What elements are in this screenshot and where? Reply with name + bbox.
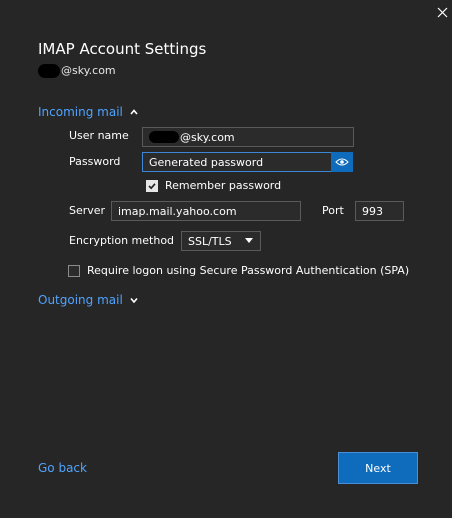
remember-password-checkbox[interactable]: Remember password [146, 179, 281, 192]
redacted-name [38, 64, 60, 78]
server-label: Server [69, 204, 106, 217]
port-value: 993 [362, 204, 383, 218]
username-label: User name [69, 129, 129, 142]
encryption-label: Encryption method [69, 234, 175, 247]
show-password-button[interactable] [331, 152, 353, 172]
dropdown-arrow-icon [245, 238, 253, 243]
password-value: Generated password [149, 155, 264, 169]
chevron-up-icon [130, 109, 138, 115]
incoming-mail-label: Incoming mail [38, 105, 123, 119]
spa-checkbox-box[interactable] [68, 264, 80, 277]
port-field[interactable]: 993 [355, 201, 404, 221]
next-button[interactable]: Next [338, 452, 418, 484]
go-back-link[interactable]: Go back [38, 461, 87, 475]
account-email-text: @sky.com [61, 64, 116, 77]
spa-checkbox[interactable]: Require logon using Secure Password Auth… [68, 264, 409, 277]
remember-password-label: Remember password [165, 179, 282, 192]
server-value: imap.mail.yahoo.com [118, 204, 237, 218]
redacted-username [149, 131, 179, 143]
eye-icon [335, 158, 349, 166]
account-email: @sky.com [38, 64, 116, 78]
dialog-title: IMAP Account Settings [38, 40, 207, 58]
password-label: Password [69, 155, 121, 168]
username-field[interactable]: @sky.com [142, 127, 354, 147]
port-label: Port [322, 204, 344, 217]
close-icon [437, 7, 448, 18]
server-field[interactable]: imap.mail.yahoo.com [111, 201, 301, 221]
encryption-select[interactable]: SSL/TLS [181, 231, 261, 251]
remember-checkbox-box[interactable] [146, 179, 158, 192]
incoming-mail-toggle[interactable]: Incoming mail [38, 105, 139, 119]
password-field[interactable]: Generated password [142, 152, 332, 172]
chevron-down-icon [130, 297, 138, 304]
encryption-value: SSL/TLS [188, 234, 232, 248]
outgoing-mail-toggle[interactable]: Outgoing mail [38, 293, 139, 307]
spa-label: Require logon using Secure Password Auth… [87, 264, 410, 277]
outgoing-mail-label: Outgoing mail [38, 293, 123, 307]
username-value: @sky.com [180, 130, 235, 144]
checkmark-icon [148, 182, 156, 189]
close-button[interactable] [434, 4, 452, 22]
